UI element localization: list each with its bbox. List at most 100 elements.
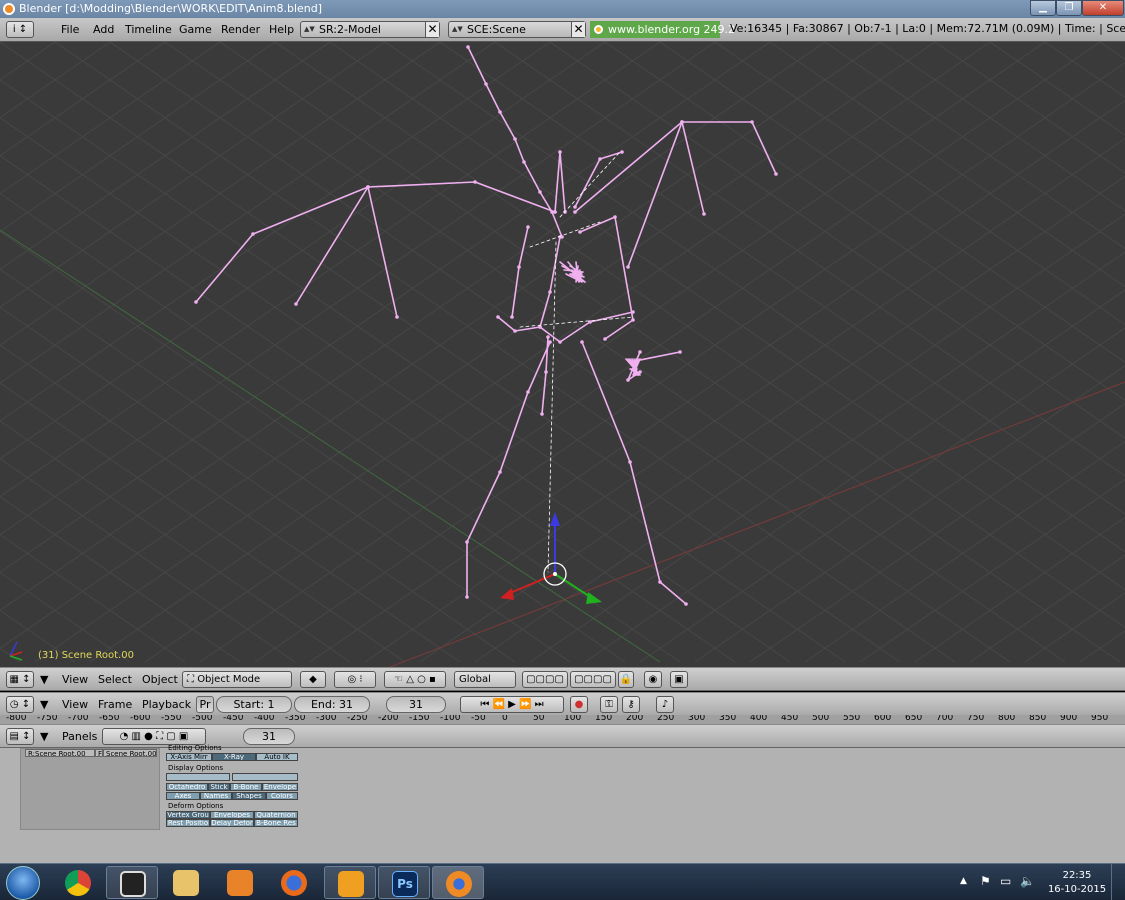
view-menu[interactable]: View — [62, 673, 88, 686]
keying-icon[interactable]: ⚿ — [600, 696, 618, 713]
rest-position-button[interactable]: Rest Positio — [166, 819, 210, 827]
render-preview-icon[interactable]: ◉ — [644, 671, 662, 688]
layer-buttons-2[interactable]: ▢▢▢▢ — [570, 671, 616, 688]
buttons-editor-type-icon[interactable]: ▤ ↕ — [6, 728, 34, 745]
b-bone-button[interactable]: B-Bone — [230, 783, 262, 791]
winamp-icon — [338, 871, 364, 897]
current-frame-field[interactable]: 31 — [386, 696, 446, 713]
bone-layers-2[interactable] — [232, 773, 298, 781]
preview-range-button[interactable]: Pr — [196, 696, 214, 713]
volume-icon[interactable]: 🔈 — [1020, 874, 1035, 888]
screen-selector[interactable]: ▲▼ SR:2-Model ✕ — [300, 21, 440, 38]
lock-icon[interactable]: 🔒 — [618, 671, 634, 688]
network-icon[interactable]: ▭ — [1000, 874, 1011, 888]
object-name-field[interactable]: Scene Root.00 — [103, 749, 157, 757]
menu-timeline[interactable]: Timeline — [125, 23, 172, 36]
menu-file[interactable]: File — [61, 23, 79, 36]
scene-stats: Ve:16345 | Fa:30867 | Ob:7-1 | La:0 | Me… — [730, 22, 1125, 35]
taskbar-chrome[interactable] — [52, 866, 104, 899]
b-bone-rest-button[interactable]: B-Bone Res — [254, 819, 298, 827]
draw-type-icon[interactable]: ◆ — [300, 671, 326, 688]
delay-deform-button[interactable]: Delay Defor — [210, 819, 254, 827]
taskbar-blender[interactable] — [432, 866, 484, 899]
start-frame-field[interactable]: Start: 1 — [216, 696, 292, 713]
layer-buttons-1[interactable]: ▢▢▢▢ — [522, 671, 568, 688]
audio-icon[interactable]: ♪ — [656, 696, 674, 713]
show-desktop-button[interactable] — [1111, 864, 1125, 900]
panels-label[interactable]: Panels — [62, 730, 97, 743]
colors-button[interactable]: Colors — [266, 792, 298, 800]
envelope-button[interactable]: Envelope — [262, 783, 298, 791]
taskbar-winamp[interactable] — [324, 866, 376, 899]
bone-joint — [573, 210, 577, 214]
system-clock[interactable]: 22:35 16-10-2015 — [1046, 869, 1108, 897]
manipulator-icons[interactable]: ☜ △ ○ ▪ — [384, 671, 446, 688]
blender-website-link[interactable]: www.blender.org 249.2 — [590, 21, 735, 38]
key-icon[interactable]: ⚷ — [622, 696, 640, 713]
collapse-arrow-icon[interactable]: ▼ — [40, 673, 48, 686]
ruler-tick-label: -600 — [130, 715, 151, 723]
pivot-icon[interactable]: ◎ ⁝ — [334, 671, 376, 688]
vertex-groups-button[interactable]: Vertex Grou — [166, 811, 210, 819]
buttons-frame-field[interactable]: 31 — [243, 728, 295, 745]
bone-joint — [580, 340, 584, 344]
timeline-playback-menu[interactable]: Playback — [142, 698, 191, 711]
bone-joint — [613, 215, 617, 219]
taskbar-explorer[interactable] — [160, 866, 212, 899]
fake-user-button[interactable]: F — [95, 749, 103, 757]
menu-game[interactable]: Game — [179, 23, 212, 36]
maximize-button[interactable]: ❐ — [1056, 0, 1082, 16]
auto-ik-button[interactable]: Auto IK — [256, 753, 298, 761]
taskbar-tools[interactable] — [106, 866, 158, 899]
ruler-tick-label: 100 — [564, 715, 582, 723]
menu-add[interactable]: Add — [93, 23, 114, 36]
website-label: www.blender.org 249.2 — [608, 23, 736, 36]
names-button[interactable]: Names — [200, 792, 232, 800]
collapse-arrow-icon[interactable]: ▼ — [40, 698, 48, 711]
show-hidden-icons-icon[interactable]: ▲ — [960, 876, 967, 886]
menu-render[interactable]: Render — [221, 23, 260, 36]
select-menu[interactable]: Select — [98, 673, 132, 686]
taskbar-media-player[interactable] — [214, 866, 266, 899]
axes-button[interactable]: Axes — [166, 792, 200, 800]
envelopes-button[interactable]: Envelopes — [210, 811, 254, 819]
ruler-tick-label: 50 — [533, 715, 545, 723]
collapse-arrow-icon[interactable]: ▼ — [40, 730, 48, 743]
3d-viewport[interactable]: (31) Scene Root.00 — [0, 42, 1125, 667]
end-frame-field[interactable]: End: 31 — [294, 696, 370, 713]
armature-name-field[interactable]: R:Scene Root.00 — [25, 749, 95, 757]
menu-help[interactable]: Help — [269, 23, 294, 36]
mode-selector[interactable]: ⛶ Object Mode — [182, 671, 292, 688]
timeline-view-menu[interactable]: View — [62, 698, 88, 711]
screen-delete-icon[interactable]: ✕ — [425, 22, 439, 37]
start-button[interactable] — [6, 866, 40, 900]
stick-button[interactable]: Stick — [208, 783, 230, 791]
scene-delete-icon[interactable]: ✕ — [571, 22, 585, 37]
timeline-frame-menu[interactable]: Frame — [98, 698, 132, 711]
x-ray-button[interactable]: X-Ray — [212, 753, 256, 761]
close-button[interactable]: ✕ — [1082, 0, 1124, 16]
taskbar-photoshop[interactable]: Ps — [378, 866, 430, 899]
scene-selector[interactable]: ▲▼ SCE:Scene ✕ — [448, 21, 586, 38]
taskbar-firefox[interactable] — [268, 866, 320, 899]
object-menu[interactable]: Object — [142, 673, 178, 686]
octahedron-button[interactable]: Octahedro — [166, 783, 208, 791]
shapes-button[interactable]: Shapes — [232, 792, 266, 800]
minimize-button[interactable]: ▁ — [1030, 0, 1056, 16]
updown-arrows-icon: ▲▼ — [452, 25, 463, 33]
axis-gizmo — [9, 641, 23, 661]
timeline-ruler[interactable]: -800 -750 -700 -650 -600 -550 -500 -450 -400 -350… — [0, 715, 1125, 724]
bone-layers-1[interactable] — [166, 773, 230, 781]
orientation-selector[interactable]: Global — [454, 671, 516, 688]
viewport-canvas[interactable] — [0, 42, 1125, 667]
info-editor-type-icon[interactable]: i ↕ — [6, 21, 34, 38]
action-center-flag-icon[interactable]: ⚑ — [980, 874, 991, 888]
quaternion-button[interactable]: Quaternion — [254, 811, 298, 819]
grid-editor-type-icon[interactable]: ▦ ↕ — [6, 671, 34, 688]
playback-controls[interactable]: ⏮ ⏪ ▶ ⏩ ⏭ — [460, 696, 564, 713]
context-buttons[interactable]: ◔ ▥ ● ⛶ ▢ ▣ — [102, 728, 206, 745]
record-icon[interactable]: ● — [570, 696, 588, 713]
x-axis-mirror-button[interactable]: X-Axis Mirr — [166, 753, 212, 761]
render-icon[interactable]: ▣ — [670, 671, 688, 688]
clock-editor-type-icon[interactable]: ◷ ↕ — [6, 696, 34, 713]
